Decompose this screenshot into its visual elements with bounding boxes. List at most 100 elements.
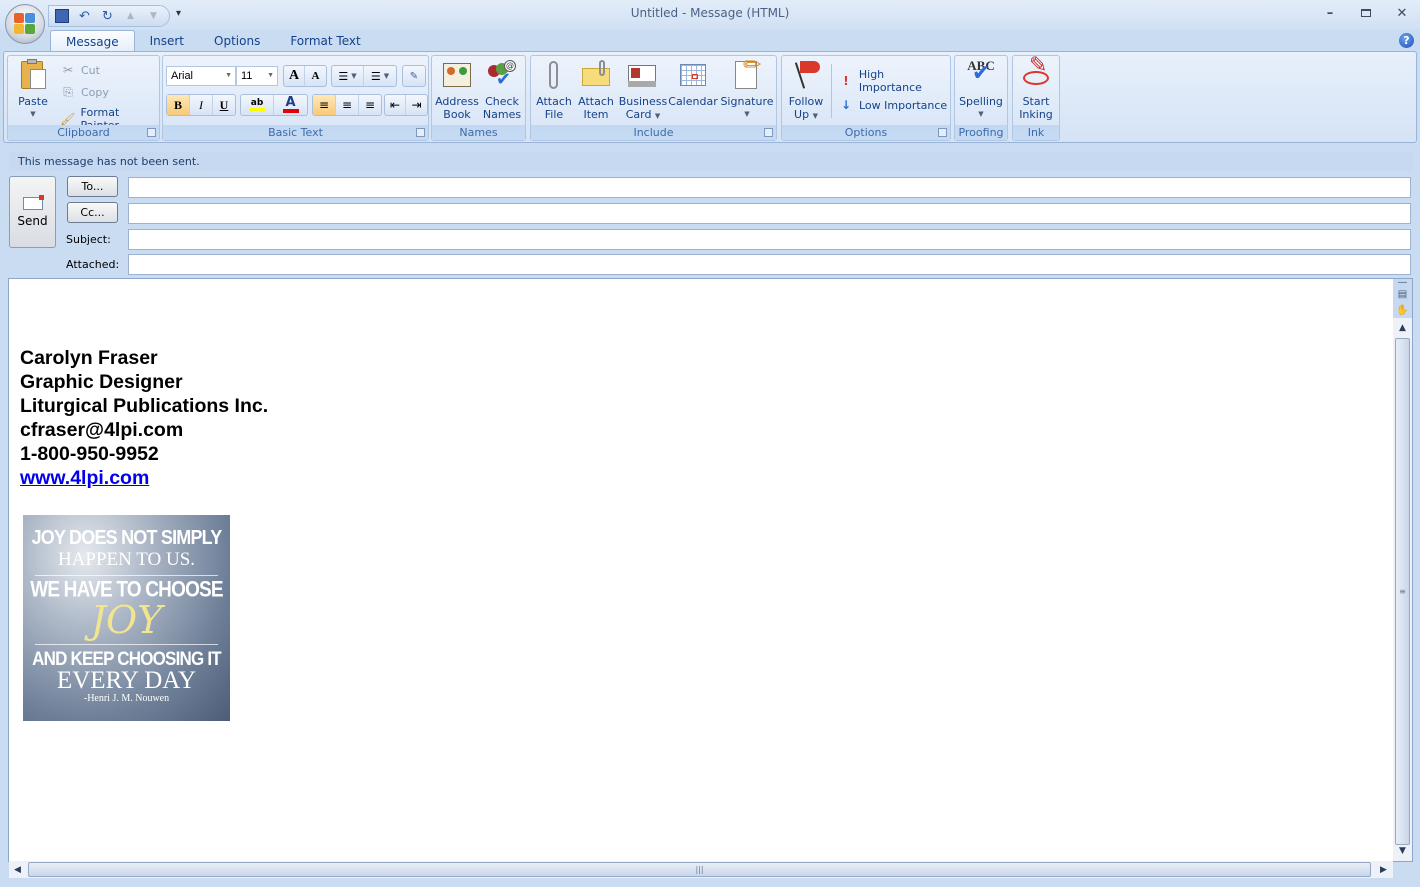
copy-button[interactable]: ⎘ Copy (60, 84, 109, 100)
office-button[interactable] (5, 4, 45, 44)
tab-message[interactable]: Message (50, 30, 135, 52)
cut-label: Cut (81, 63, 100, 77)
quote-line-6: EVERY DAY (56, 667, 197, 694)
attached-field[interactable] (128, 254, 1411, 275)
tab-format-text[interactable]: Format Text (275, 30, 375, 52)
font-color-button[interactable]: A (274, 95, 307, 115)
attach-file-label-1: Attach (536, 95, 572, 108)
paste-dropdown-icon[interactable]: ▼ (30, 108, 35, 121)
shrink-font-button[interactable]: A (305, 66, 326, 86)
color-strip: ab A (240, 94, 308, 116)
close-icon[interactable]: ✕ (1392, 4, 1412, 22)
address-book-button[interactable]: Address Book (435, 59, 479, 121)
group-basic-text: Arial ▼ 11 ▼ A A ☰ ▼ ☰ ▼ ✎ B I U ab A ≡ … (162, 55, 429, 141)
ruler-toggle-icon[interactable]: — (1393, 277, 1412, 288)
names-group-label: Names (432, 125, 525, 140)
business-card-button[interactable]: Business Card ▼ (619, 59, 667, 123)
font-size-combo[interactable]: 11 ▼ (236, 66, 278, 86)
copy-label: Copy (81, 85, 109, 99)
tab-options[interactable]: Options (199, 30, 275, 52)
paste-button[interactable]: Paste ▼ (12, 59, 54, 121)
clipboard-group-label: Clipboard (8, 125, 159, 140)
cc-field[interactable] (128, 203, 1411, 224)
subject-field[interactable] (128, 229, 1411, 250)
business-card-label-1: Business (618, 95, 668, 108)
high-importance-label: High Importance (858, 68, 922, 94)
clipboard-dialog-launcher[interactable] (147, 128, 156, 137)
align-left-button[interactable]: ≡ (313, 95, 336, 115)
align-center-button[interactable]: ≡ (336, 95, 359, 115)
spelling-button[interactable]: ABC ✔ Spelling ▼ (958, 59, 1004, 121)
signature-dropdown-icon[interactable]: ▼ (744, 108, 749, 121)
clear-format-strip: ✎ (402, 65, 426, 87)
highlight-button[interactable]: ab (241, 95, 275, 115)
tab-insert[interactable]: Insert (135, 30, 199, 52)
start-inking-button[interactable]: ✎ Start Inking (1015, 55, 1057, 122)
info-bar: This message has not been sent. (9, 152, 1413, 171)
minimize-icon[interactable]: – (1320, 4, 1340, 22)
attach-item-button[interactable]: Attach Item (576, 59, 616, 121)
scroll-right-icon[interactable]: ▶ (1375, 862, 1392, 877)
scroll-up-icon[interactable]: ▲ (1393, 320, 1412, 336)
hand-pan-icon[interactable]: ✋ (1393, 302, 1412, 318)
signature-name: Carolyn Fraser (20, 347, 158, 369)
check-names-icon: @ ✔ (486, 59, 518, 91)
include-dialog-launcher[interactable] (764, 128, 773, 137)
help-icon[interactable]: ? (1399, 33, 1414, 48)
signature-title: Graphic Designer (20, 371, 183, 393)
vertical-scrollbar[interactable]: — ▤ ✋ ▲ ≡ ▼ (1393, 277, 1412, 861)
high-importance-button[interactable]: ! High Importance (838, 68, 950, 94)
scroll-left-icon[interactable]: ◀ (9, 862, 26, 877)
message-body[interactable]: Carolyn Fraser Graphic Designer Liturgic… (8, 278, 1413, 862)
horizontal-scrollbar[interactable]: ◀ ||| ▶ (9, 861, 1393, 878)
cut-button[interactable]: ✂ Cut (60, 62, 100, 78)
italic-button[interactable]: I (190, 95, 213, 115)
send-button[interactable]: Send (9, 176, 56, 248)
options-separator (831, 64, 832, 118)
paperclip-icon (538, 59, 570, 91)
scroll-down-icon[interactable]: ▼ (1393, 843, 1412, 859)
numbering-button[interactable]: ☰ ▼ (364, 66, 396, 86)
signature-website-link[interactable]: www.4lpi.com (20, 467, 149, 489)
low-importance-button[interactable]: ↓ Low Importance (838, 97, 947, 113)
cc-button[interactable]: Cc... (67, 202, 118, 223)
check-names-button[interactable]: @ ✔ Check Names (480, 59, 524, 121)
quote-line-3: WE HAVE TO CHOOSE (30, 578, 223, 603)
indent-strip: ⇤ ⇥ (384, 94, 428, 116)
signature-button[interactable]: ✏ Signature ▼ (720, 55, 774, 121)
calendar-icon (677, 59, 709, 91)
increase-indent-button[interactable]: ⇥ (406, 95, 427, 115)
select-browse-icon[interactable]: ▤ (1393, 286, 1412, 302)
spelling-dropdown-icon[interactable]: ▼ (978, 108, 983, 121)
quote-image: JOY DOES NOT SIMPLY HAPPEN TO US. WE HAV… (23, 515, 230, 721)
follow-up-button[interactable]: Follow Up ▼ (785, 59, 827, 123)
decrease-indent-button[interactable]: ⇤ (385, 95, 406, 115)
options-dialog-launcher[interactable] (938, 128, 947, 137)
vertical-scroll-thumb[interactable]: ≡ (1395, 338, 1410, 845)
include-group-label: Include (531, 125, 776, 140)
align-right-button[interactable]: ≡ (359, 95, 381, 115)
signature-label: Signature (720, 95, 774, 108)
flag-icon (790, 59, 822, 91)
font-name-dropdown-icon[interactable]: ▼ (225, 72, 232, 79)
grow-font-button[interactable]: A (284, 66, 305, 86)
group-names: Address Book @ ✔ Check Names Names (431, 55, 526, 141)
horizontal-scroll-thumb[interactable]: ||| (28, 862, 1371, 877)
to-button[interactable]: To... (67, 176, 118, 197)
bullets-button[interactable]: ☰ ▼ (332, 66, 365, 86)
basic-text-dialog-launcher[interactable] (416, 128, 425, 137)
quote-line-4: JOY (90, 598, 163, 642)
maximize-icon[interactable] (1356, 4, 1376, 22)
calendar-button[interactable]: Calendar (668, 59, 718, 108)
font-size-dropdown-icon[interactable]: ▼ (267, 72, 274, 79)
underline-button[interactable]: U (213, 95, 235, 115)
clear-formatting-button[interactable]: ✎ (403, 66, 425, 86)
attach-file-button[interactable]: Attach File (534, 59, 574, 121)
bold-button[interactable]: B (167, 95, 190, 115)
follow-up-label-2: Up ▼ (794, 108, 818, 121)
quote-line-5: AND KEEP CHOOSING IT (32, 647, 221, 670)
quote-divider-2 (35, 644, 218, 645)
start-inking-label-1: Start (1022, 95, 1050, 108)
font-name-combo[interactable]: Arial ▼ (166, 66, 236, 86)
to-field[interactable] (128, 177, 1411, 198)
